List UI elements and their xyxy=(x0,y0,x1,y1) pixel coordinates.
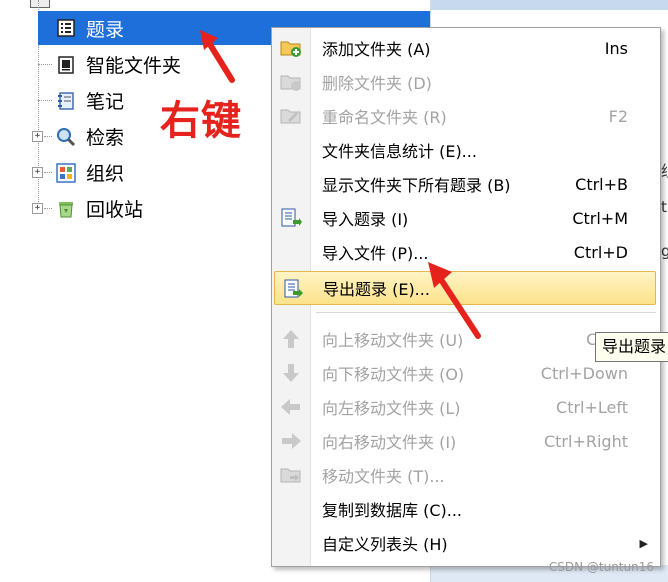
menu-item-custom-columns[interactable]: 自定义列表头 (H) ▶ xyxy=(272,526,660,560)
red-arrow-icon xyxy=(428,262,481,339)
move-folder-icon xyxy=(280,468,301,483)
menu-item-shortcut: Ctrl+Left xyxy=(556,397,628,417)
tree-guide-line xyxy=(38,64,52,65)
expand-toggle[interactable]: + xyxy=(32,167,43,178)
menu-item-shortcut: Ctrl+Right xyxy=(543,431,628,451)
menu-item-label: 复制到数据库 (C)... xyxy=(322,501,463,520)
peek-text: th xyxy=(661,198,668,216)
list-header-strip xyxy=(431,0,668,10)
tree-item-notes[interactable]: 笔记 xyxy=(56,84,124,117)
tree-item-label: 题录 xyxy=(86,18,125,41)
menu-item-label: 显示文件夹下所有题录 (B) xyxy=(322,176,511,195)
menu-item-label: 重命名文件夹 (R) xyxy=(322,108,447,127)
tree-item-smart-folder[interactable]: 智能文件夹 xyxy=(56,48,181,81)
menu-item-shortcut: Ctrl+D xyxy=(573,242,628,262)
tree-item-recycle-bin[interactable]: 回收站 xyxy=(56,192,143,225)
menu-item-label: 添加文件夹 (A) xyxy=(322,40,431,59)
menu-item-move-left[interactable]: 向左移动文件夹 (L) Ctrl+Left xyxy=(272,390,660,424)
expand-toggle[interactable]: + xyxy=(32,131,43,142)
menu-item-shortcut: Ctrl+B xyxy=(575,174,628,194)
list-doc-icon xyxy=(56,18,76,38)
tree-item-label: 回收站 xyxy=(86,199,144,221)
tree-cut-top-row xyxy=(0,0,430,8)
menu-item-label: 移动文件夹 (T)... xyxy=(322,467,445,486)
import-refs-icon xyxy=(281,208,302,227)
tree-item-organize[interactable]: 组织 xyxy=(56,156,124,189)
menu-item-move-folder[interactable]: 移动文件夹 (T)... xyxy=(272,458,660,492)
tree-item-label: 组织 xyxy=(86,163,125,185)
expand-toggle[interactable]: + xyxy=(32,203,43,214)
cut-folder-icon xyxy=(30,0,50,8)
menu-item-folder-stats[interactable]: 文件夹信息统计 (E)... xyxy=(272,133,660,167)
menu-item-label: 导入题录 (I) xyxy=(322,210,409,229)
menu-item-label: 删除文件夹 (D) xyxy=(322,74,432,93)
menu-item-label: 文件夹信息统计 (E)... xyxy=(322,142,477,161)
arrow-up-icon xyxy=(283,330,299,348)
tree-guide-line xyxy=(38,100,52,101)
menu-item-label: 向下移动文件夹 (O) xyxy=(322,365,465,384)
arrow-down-icon xyxy=(283,364,299,382)
menu-separator xyxy=(316,312,656,313)
menu-item-label: 导出题录 (E)... xyxy=(323,280,430,299)
tree-item-label: 智能文件夹 xyxy=(86,55,182,77)
peek-text: g xyxy=(661,242,668,260)
right-click-annotation: 右键 xyxy=(160,98,242,144)
smart-folder-icon xyxy=(56,55,76,75)
grid-org-icon xyxy=(56,162,76,183)
delete-folder-icon xyxy=(280,75,301,91)
menu-item-shortcut: Ctrl+Down xyxy=(540,363,628,383)
tree-guide-line xyxy=(44,136,52,137)
menu-item-move-right[interactable]: 向右移动文件夹 (I) Ctrl+Right xyxy=(272,424,660,458)
tree-guide-line xyxy=(44,172,52,173)
export-tooltip: 导出题录 xyxy=(595,332,668,362)
export-refs-icon xyxy=(284,279,303,298)
arrow-right-icon xyxy=(282,433,301,449)
recycle-bin-icon xyxy=(56,199,76,219)
tree-item-search[interactable]: 检索 xyxy=(56,120,124,153)
notebook-icon xyxy=(56,91,76,111)
menu-item-show-all-refs[interactable]: 显示文件夹下所有题录 (B) Ctrl+B xyxy=(272,167,660,201)
menu-item-rename-folder[interactable]: 重命名文件夹 (R) F2 xyxy=(272,99,660,133)
peek-text: 组 xyxy=(661,160,668,181)
red-arrow-icon xyxy=(200,30,235,83)
menu-item-add-folder[interactable]: 添加文件夹 (A) Ins xyxy=(272,31,660,65)
tree-item-label: 检索 xyxy=(86,127,125,149)
menu-item-copy-to-db[interactable]: 复制到数据库 (C)... xyxy=(272,492,660,526)
menu-item-import-refs[interactable]: 导入题录 (I) Ctrl+M xyxy=(272,201,660,235)
menu-item-label: 向左移动文件夹 (L) xyxy=(322,399,461,418)
add-folder-icon xyxy=(280,41,301,57)
tree-item-label: 笔记 xyxy=(86,91,125,113)
menu-item-shortcut: Ins xyxy=(604,38,628,58)
menu-item-shortcut: Ctrl+M xyxy=(572,208,628,228)
menu-item-label: 自定义列表头 (H) xyxy=(322,535,448,554)
rename-folder-icon xyxy=(280,109,301,124)
menu-item-label: 向右移动文件夹 (I) xyxy=(322,433,457,452)
arrow-left-icon xyxy=(281,399,300,415)
menu-item-delete-folder[interactable]: 删除文件夹 (D) xyxy=(272,65,660,99)
submenu-arrow-icon: ▶ xyxy=(639,536,648,550)
menu-item-shortcut: F2 xyxy=(608,106,628,126)
magnifier-icon xyxy=(56,127,76,147)
watermark-text: CSDN @tuntun16 xyxy=(548,560,654,574)
tree-guide-line xyxy=(44,208,52,209)
menu-item-label: 导入文件 (P)... xyxy=(322,244,429,263)
